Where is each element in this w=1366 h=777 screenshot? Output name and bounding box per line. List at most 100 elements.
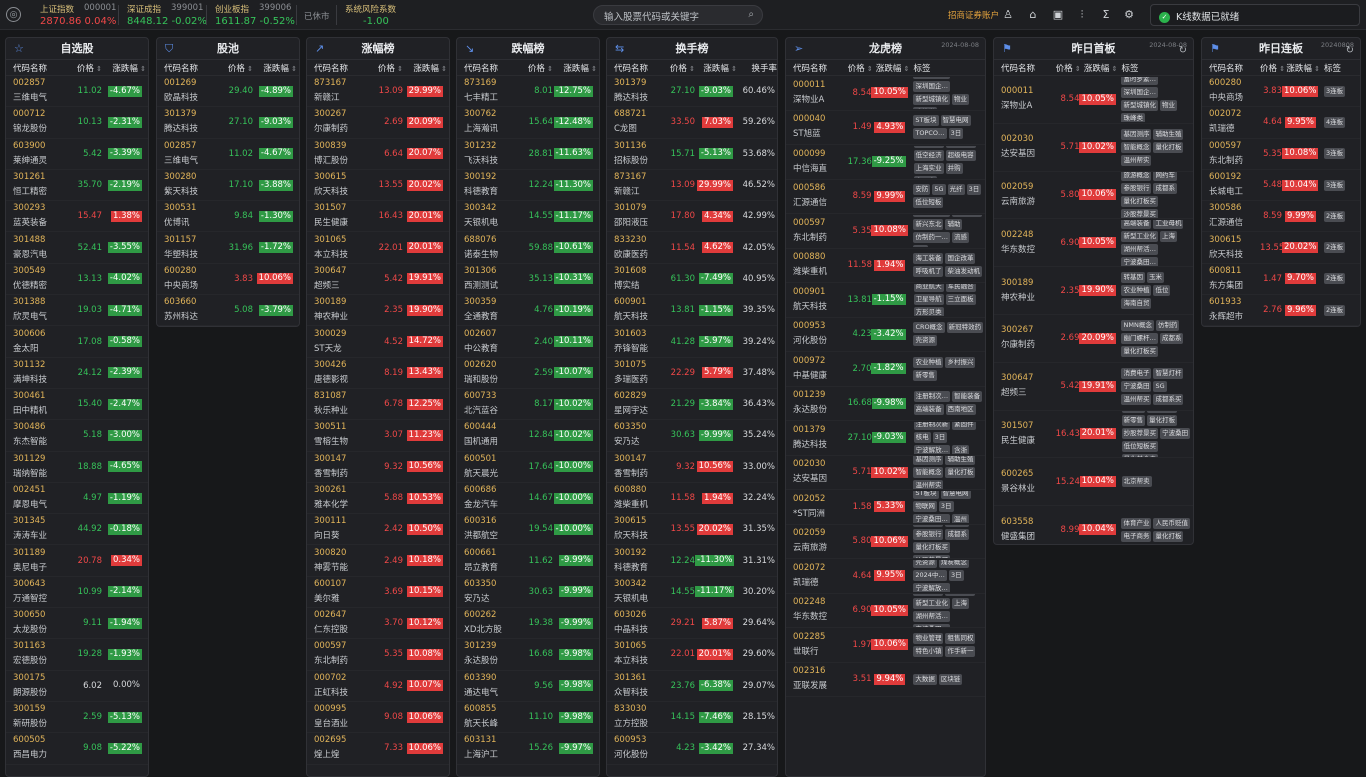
table-row[interactable]: 002695 煌上煌 7.33 10.06% xyxy=(307,733,449,765)
concept-tag[interactable]: 宁波解放… xyxy=(913,583,950,592)
concept-tag[interactable]: 高端装备 xyxy=(1121,219,1152,229)
concept-tag[interactable]: 智能装备 xyxy=(952,391,983,403)
table-row[interactable]: 300267 尔康制药 2.69 20.09% NMN概念 仿制药 幽门螺杆… 成都系 量化打板… xyxy=(994,315,1193,363)
flag-icon[interactable]: ⚑ xyxy=(1210,38,1220,60)
concept-tag[interactable]: SG xyxy=(1153,380,1167,392)
swap-icon[interactable]: ⇆ xyxy=(615,38,624,60)
table-row[interactable]: 300762 上海瀚讯 15.64 -12.48% xyxy=(457,107,599,139)
table-row[interactable]: 000099 中信海直 17.36-9.25% 通用航空飞行汽车低空经济超级电容上海实… xyxy=(786,145,985,180)
column-header-1[interactable]: 价格 ⇕ xyxy=(225,62,253,74)
table-row[interactable]: 301379 腾达科技 27.10 -9.03% xyxy=(157,107,299,139)
concept-tag[interactable]: 三立面板 xyxy=(945,294,976,306)
table-row[interactable]: 002857 三维电气 11.02 -4.67% xyxy=(6,76,148,108)
concept-tag[interactable]: 网约车 xyxy=(945,525,969,528)
column-header-3[interactable]: 标签 xyxy=(1320,62,1360,74)
table-row[interactable]: 301065 本立科技 22.01 20.01% 29.60% xyxy=(607,639,777,671)
concept-tag[interactable]: 温州帮买 xyxy=(1121,393,1152,405)
table-row[interactable]: 002285 世联行 1.97 10.06% 物业管理 租售同权 特色小镇 作手新一 xyxy=(786,628,985,663)
concept-tag[interactable]: 安防 xyxy=(913,184,931,196)
column-header-2[interactable]: 涨跌幅 ⇕ xyxy=(102,62,146,74)
concept-tag[interactable]: 高端装备 xyxy=(913,594,944,597)
concept-tag[interactable]: 宁波桑田… xyxy=(913,624,950,627)
concept-tag[interactable]: 2024中… xyxy=(913,570,947,582)
concept-tag[interactable]: 仿制药一… xyxy=(913,231,950,243)
table-row[interactable]: 600686 金龙汽车 14.67 -10.00% xyxy=(457,483,599,515)
sort-icon[interactable]: ⇕ xyxy=(94,65,102,73)
concept-tag[interactable]: 成都系 xyxy=(945,529,969,541)
concept-tag[interactable]: 3连板 xyxy=(1324,148,1346,160)
column-header-2[interactable]: 涨跌幅 ⇕ xyxy=(1080,62,1118,74)
concept-tag[interactable]: 幽门螺杆… xyxy=(1121,332,1158,344)
refresh-icon[interactable]: ↻ xyxy=(1179,40,1187,62)
concept-tag[interactable]: ST板块 xyxy=(913,115,939,127)
gear-icon[interactable]: ⚙ xyxy=(1122,8,1136,21)
column-header-3[interactable]: 标签 xyxy=(909,62,985,74)
table-row[interactable]: 301507 民生健康 16.43 20.01% xyxy=(307,201,449,233)
table-row[interactable]: 000011深物业A8.5410.05%富时罗素…深圳国企…新型城镇化物业珠峰类 xyxy=(994,76,1193,124)
send-icon[interactable]: ➢ xyxy=(794,38,803,60)
table-row[interactable]: 300029 ST天龙 4.52 14.72% xyxy=(307,326,449,358)
table-row[interactable]: 000880 潍柴重机 11.58 1.94% 海工装备 国企改革 呼吸机了 柴油发动机 xyxy=(786,249,985,283)
table-row[interactable]: 001269 欧晶科技 29.40 -4.89% xyxy=(157,76,299,108)
table-row[interactable]: 000597东北制药5.3510.08%思明高路发新冠概念新兴东北辅助仿制药一…… xyxy=(786,214,985,249)
search-icon[interactable]: ⌕ xyxy=(748,9,754,20)
concept-tag[interactable]: 量化打板买 xyxy=(1121,345,1158,357)
concept-tag[interactable]: 物业管理 xyxy=(913,632,944,644)
concept-tag[interactable]: 物业 xyxy=(1159,100,1177,112)
column-header-2[interactable]: 涨跌幅 ⇕ xyxy=(253,62,297,74)
table-row[interactable]: 301608 博实结 61.30 -7.49% 40.95% xyxy=(607,264,777,296)
concept-tag[interactable]: 注册制次… xyxy=(913,391,951,403)
column-header-1[interactable]: 价格 ⇕ xyxy=(667,62,695,74)
concept-tag[interactable]: 大数据 xyxy=(913,673,937,685)
concept-tag[interactable]: 方形贝类 xyxy=(913,307,944,316)
table-row[interactable]: 301603 乔锋智能 41.28 -5.97% 39.24% xyxy=(607,326,777,358)
column-header-3[interactable]: 换手率 xyxy=(737,62,777,74)
concept-tag[interactable]: 壳资源 xyxy=(913,559,937,569)
star-icon[interactable]: ☆ xyxy=(14,38,24,60)
concept-tag[interactable]: 量化打板 xyxy=(1153,530,1184,542)
concept-tag[interactable]: 呼吸机了 xyxy=(913,266,944,278)
concept-tag[interactable]: 温州帮实 xyxy=(1121,154,1152,166)
table-row[interactable]: 831087 秋乐种业 6.78 12.25% xyxy=(307,389,449,421)
concept-tag[interactable]: 深圳国企… xyxy=(913,80,950,92)
table-row[interactable]: 300615 欣天科技 13.55 20.02% xyxy=(307,170,449,202)
concept-tag[interactable]: 超级电容 xyxy=(945,149,976,161)
concept-tag[interactable]: 体育产业 xyxy=(1121,517,1152,529)
concept-tag[interactable]: 租售同权 xyxy=(945,632,976,644)
sort-icon[interactable]: ⇕ xyxy=(289,65,297,73)
table-row[interactable]: 002248华东数控6.9010.05%高端装备工业母机新型工业化上海湖州帮活…… xyxy=(994,219,1193,268)
table-row[interactable]: 301075 多瑞医药 22.29 5.79% 37.48% xyxy=(607,358,777,389)
column-header-2[interactable]: 涨跌幅 ⇕ xyxy=(872,62,910,74)
sort-icon[interactable]: ⇕ xyxy=(1109,65,1118,73)
table-row[interactable]: 002059云南旅游5.8010.06%旅游概念网约车参股银行成都系量化打板买沙… xyxy=(786,525,985,559)
concept-tag[interactable]: 共同富裕 xyxy=(1147,411,1178,414)
table-row[interactable]: 688721 C龙图 33.50 7.03% 59.26% xyxy=(607,107,777,139)
table-row[interactable]: 301079 邵阳液压 17.80 4.34% 42.99% xyxy=(607,201,777,233)
table-row[interactable]: 873169 七丰精工 8.01 -12.75% xyxy=(457,76,599,108)
table-row[interactable]: 833030 立方控股 14.15 -7.46% 28.15% xyxy=(607,702,777,734)
concept-tag[interactable]: 宁波桑田 xyxy=(1160,428,1191,440)
table-row[interactable]: 002316 亚联发展 3.51 9.94% 大数据 区块链 xyxy=(786,663,985,697)
app-logo-icon[interactable]: ◎ xyxy=(6,7,21,22)
concept-tag[interactable]: 温州 xyxy=(951,514,969,523)
concept-tag[interactable]: 智慧灯杆 xyxy=(1153,367,1184,379)
concept-tag[interactable]: 成都系 xyxy=(1159,332,1184,344)
table-row[interactable]: 603350 安乃达 30.63 -9.99% xyxy=(457,577,599,609)
concept-tag[interactable]: 玉米 xyxy=(1146,272,1164,284)
table-row[interactable]: 002052 *ST同洲 1.58 5.33% ST板块 智慧电网 物联网 3日 宁波桑田… 温州 xyxy=(786,490,985,525)
concept-tag[interactable]: 农业种植 xyxy=(913,356,944,368)
concept-tag[interactable]: 成都系买 xyxy=(1153,393,1184,405)
table-row[interactable]: 603350 安乃达 30.63 -9.99% 35.24% xyxy=(607,420,777,452)
concept-tag[interactable]: 乡村振兴 xyxy=(945,356,976,368)
concept-tag[interactable]: 商业航天 xyxy=(913,283,944,293)
concept-tag[interactable]: 国企改革 xyxy=(945,253,976,265)
concept-tag[interactable]: 工业母机 xyxy=(1153,219,1184,229)
concept-tag[interactable]: 柴油发动机 xyxy=(945,266,982,278)
concept-tag[interactable]: 抄股荐景买 xyxy=(1121,428,1159,440)
concept-tag[interactable]: 新冠概念 xyxy=(951,214,982,217)
table-row[interactable]: 600501 航天晨光 17.64 -10.00% xyxy=(457,452,599,483)
table-row[interactable]: 300511 雪榕生物 3.07 11.23% xyxy=(307,420,449,452)
table-row[interactable]: 300280 紫天科技 17.10 -3.88% xyxy=(157,170,299,202)
table-row[interactable]: 301361 众智科技 23.76 -6.38% 29.07% xyxy=(607,671,777,702)
concept-tag[interactable]: 温州帮实 xyxy=(913,479,944,489)
